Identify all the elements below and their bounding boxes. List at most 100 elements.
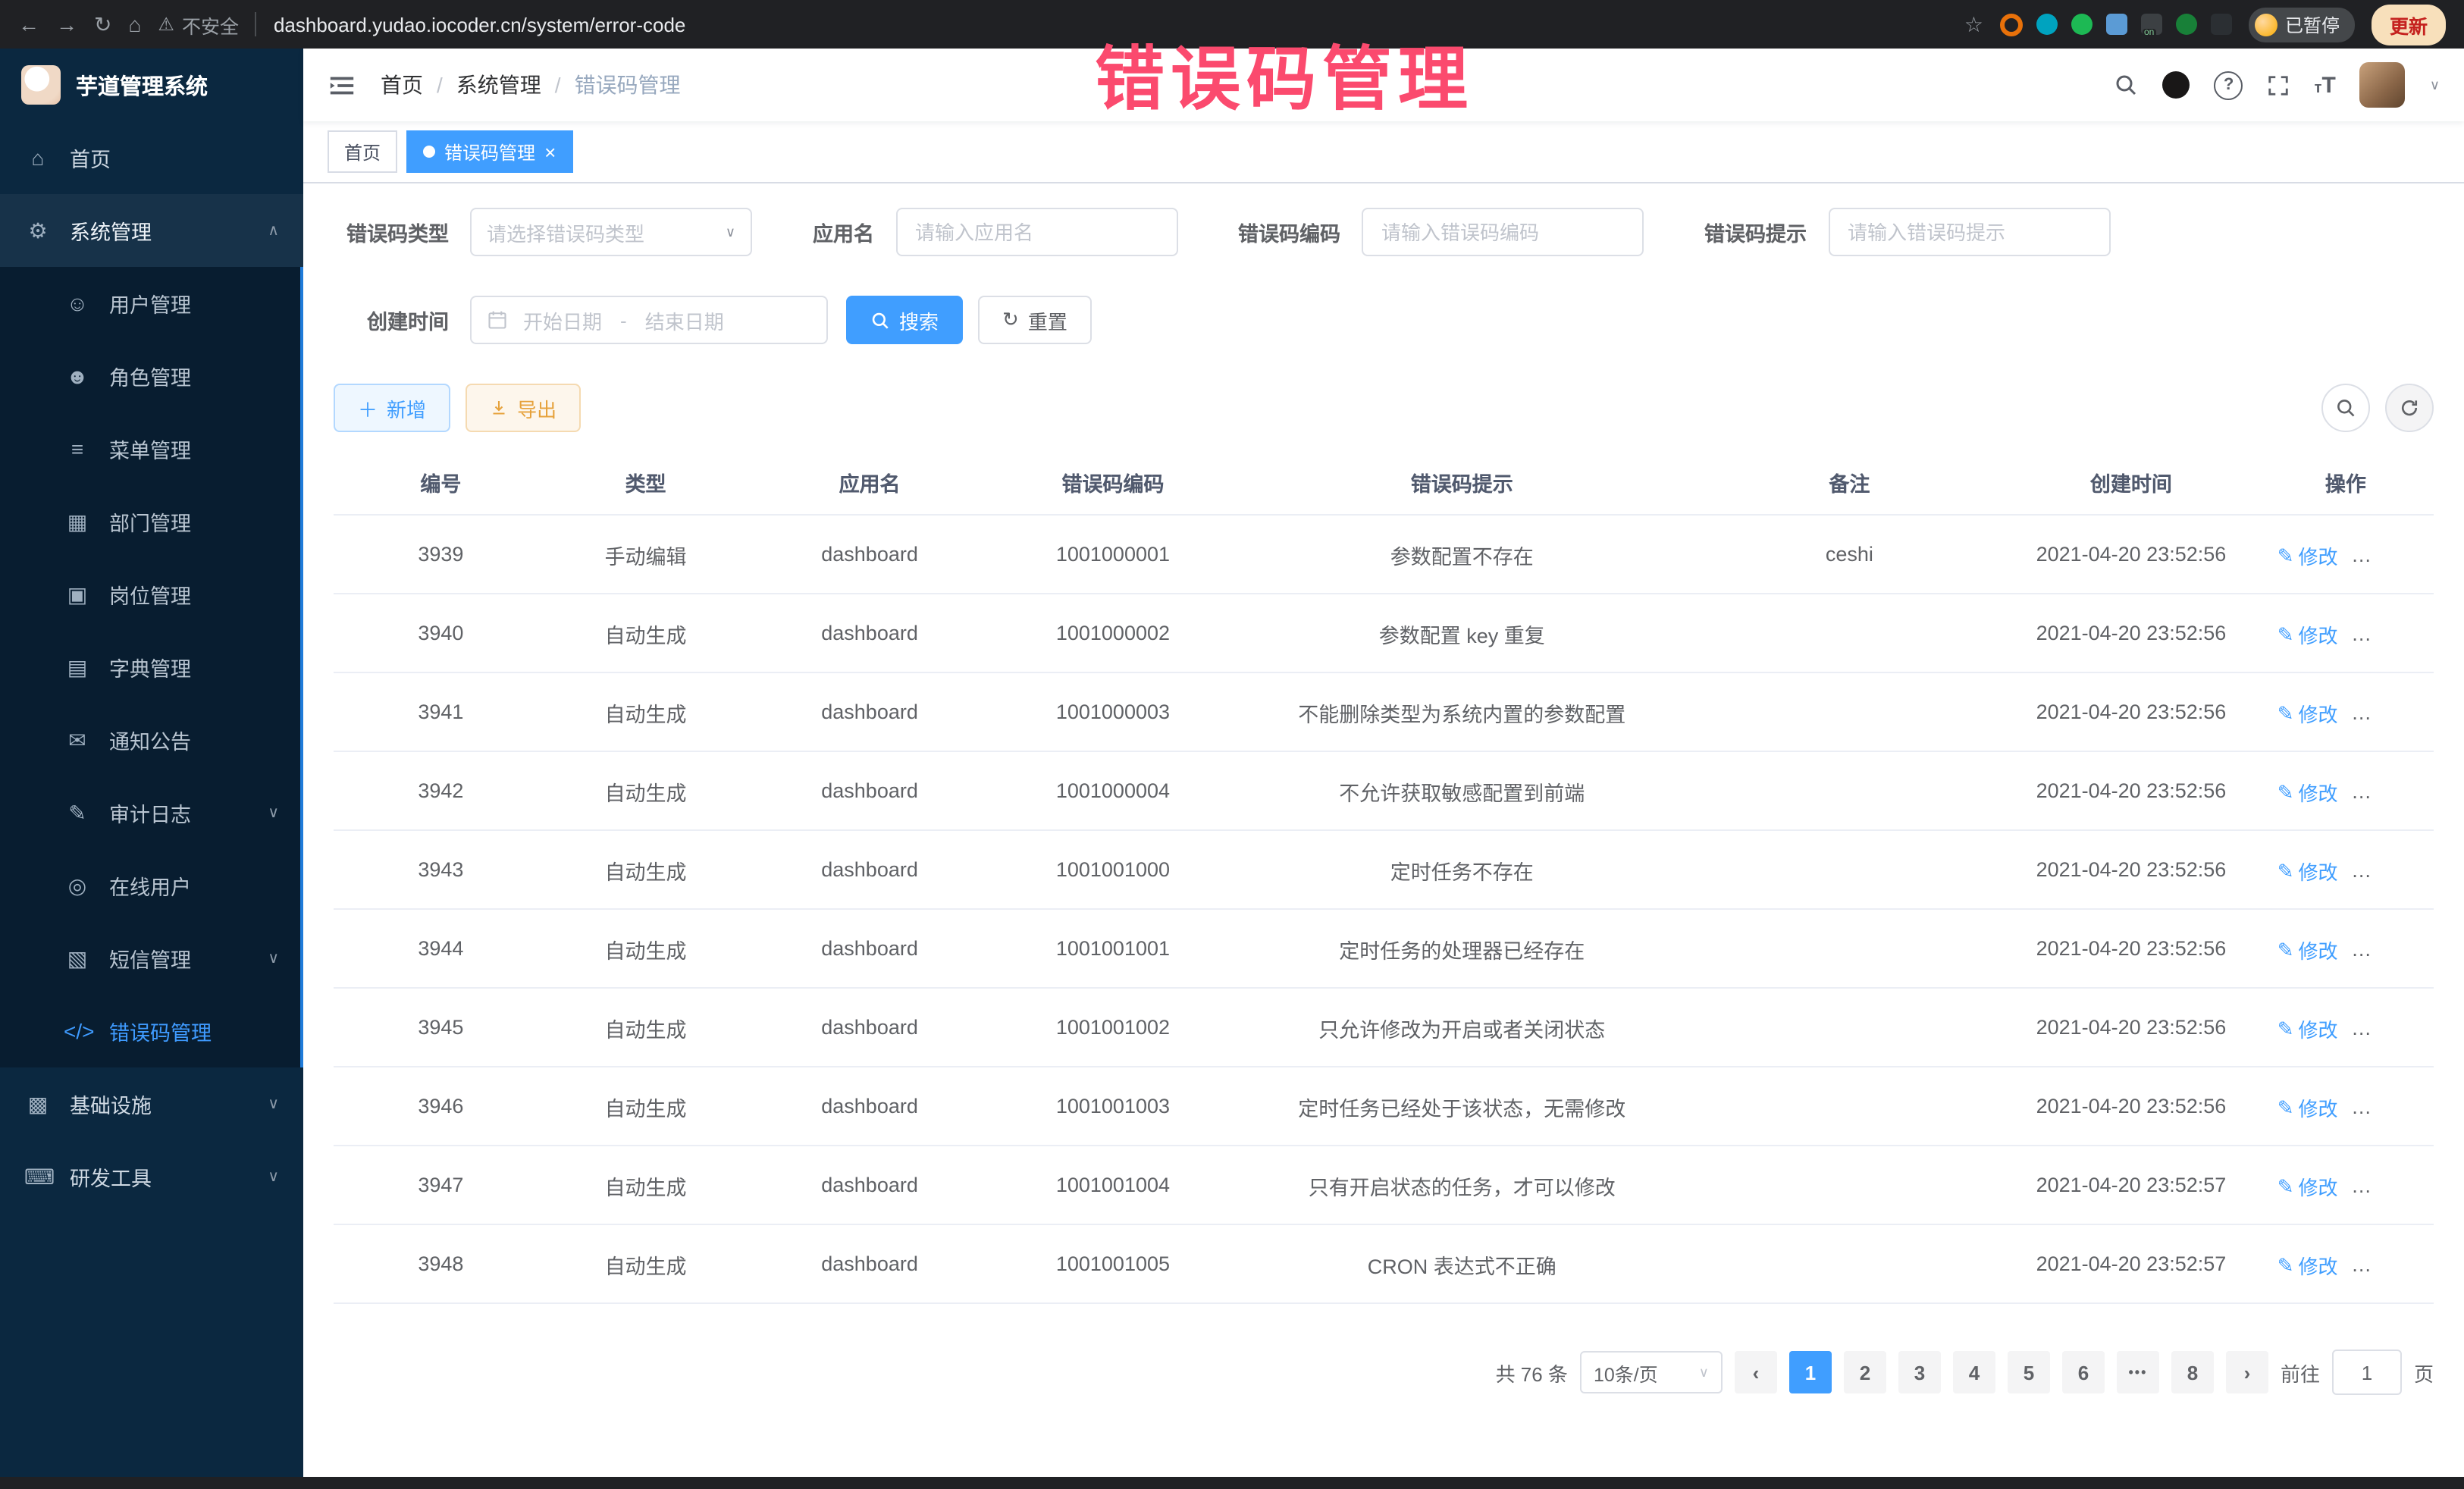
font-size-icon[interactable]: тT (2315, 72, 2336, 98)
goto-page-input[interactable] (2332, 1350, 2402, 1395)
page-button[interactable]: 2 (1844, 1351, 1886, 1393)
site-security-badge[interactable]: ⚠ 不安全 (158, 10, 239, 39)
cell-time: 2021-04-20 23:52:56 (2005, 672, 2258, 751)
edit-link[interactable]: ✎ 修改 (2277, 1251, 2338, 1280)
toggle-search-button[interactable] (2321, 384, 2370, 432)
refresh-table-button[interactable] (2385, 384, 2434, 432)
cell-type: 自动生成 (548, 988, 743, 1067)
prev-page-button[interactable]: ‹ (1735, 1351, 1777, 1393)
page-button[interactable]: 3 (1898, 1351, 1941, 1393)
page-button[interactable]: 5 (2008, 1351, 2050, 1393)
delete-link[interactable]: 删除 (2359, 1011, 2421, 1040)
download-icon (490, 399, 508, 417)
next-page-button[interactable]: › (2226, 1351, 2268, 1393)
sidebar-subitem[interactable]: ✉ 通知公告 (0, 704, 303, 776)
sidebar-subitem[interactable]: ◎ 在线用户 (0, 849, 303, 922)
app-logo[interactable]: 芋道管理系统 (0, 49, 303, 121)
page-button[interactable]: 4 (1953, 1351, 1995, 1393)
extension-icon[interactable] (2071, 14, 2093, 35)
sidebar-group[interactable]: ▩ 基础设施 ∨ (0, 1067, 303, 1140)
delete-link[interactable]: 删除 (2359, 696, 2421, 725)
edit-link[interactable]: ✎ 修改 (2277, 1014, 2338, 1043)
header-search-icon[interactable] (2114, 73, 2139, 97)
error-hint-input[interactable] (1828, 208, 2110, 256)
sidebar-subitem[interactable]: ☺ 用户管理 (0, 267, 303, 340)
sidebar-group-system[interactable]: ⚙ 系统管理 ∧ (0, 194, 303, 267)
breadcrumb-item[interactable]: 系统管理 (423, 70, 541, 100)
url-text[interactable]: dashboard.yudao.iocoder.cn/system/error-… (274, 13, 685, 36)
create-time-range-picker[interactable]: 开始日期 - 结束日期 (470, 296, 828, 344)
delete-link[interactable]: 删除 (2359, 1169, 2421, 1198)
hamburger-icon[interactable] (328, 71, 356, 99)
delete-link[interactable]: 删除 (2359, 538, 2421, 567)
breadcrumb-item[interactable]: 错误码管理 (541, 70, 681, 100)
sidebar-item-home[interactable]: ⌂ 首页 (0, 121, 303, 194)
back-icon[interactable]: ← (18, 12, 39, 36)
edit-link[interactable]: ✎ 修改 (2277, 778, 2338, 807)
sidebar-subitem[interactable]: ☻ 角色管理 (0, 340, 303, 412)
fullscreen-icon[interactable] (2268, 74, 2290, 96)
page-button[interactable]: 8 (2171, 1351, 2214, 1393)
delete-link[interactable]: 删除 (2359, 1090, 2421, 1119)
cell-app: dashboard (743, 594, 996, 672)
table-row: 3947 自动生成 dashboard 1001001004 只有开启状态的任务… (334, 1146, 2434, 1224)
page-button[interactable]: 6 (2062, 1351, 2105, 1393)
reload-icon[interactable]: ↻ (94, 11, 111, 37)
chevron-down-icon[interactable]: ∨ (2430, 77, 2440, 93)
delete-link[interactable]: 删除 (2359, 775, 2421, 804)
edit-link[interactable]: ✎ 修改 (2277, 620, 2338, 649)
help-icon[interactable]: ? (2215, 71, 2243, 99)
sidebar-subitem[interactable]: ▦ 部门管理 (0, 485, 303, 558)
sidebar-subitem[interactable]: ▧ 短信管理 ∨ (0, 922, 303, 995)
error-type-select[interactable]: 请选择错误码类型 ∨ (470, 208, 752, 256)
sidebar-subitem[interactable]: </> 错误码管理 (0, 995, 303, 1067)
user-avatar[interactable] (2360, 62, 2406, 108)
close-icon[interactable]: × (544, 142, 556, 161)
extension-icon[interactable] (2036, 14, 2058, 35)
edit-link[interactable]: ✎ 修改 (2277, 1093, 2338, 1122)
breadcrumb-item[interactable]: 首页 (381, 70, 423, 100)
delete-link[interactable]: 删除 (2359, 854, 2421, 882)
tab[interactable]: 首页 × (328, 130, 397, 173)
sidebar-group[interactable]: ⌨ 研发工具 ∨ (0, 1140, 303, 1213)
update-button[interactable]: 更新 (2372, 4, 2446, 45)
edit-link[interactable]: ✎ 修改 (2277, 936, 2338, 964)
sidebar-subitem[interactable]: ▣ 岗位管理 (0, 558, 303, 631)
error-code-input[interactable] (1362, 208, 1644, 256)
edit-link[interactable]: ✎ 修改 (2277, 857, 2338, 886)
forward-icon[interactable]: → (56, 12, 77, 36)
app-name-input[interactable] (895, 208, 1177, 256)
sidebar-subitem[interactable]: ▤ 字典管理 (0, 631, 303, 704)
extension-icon[interactable] (2000, 13, 2023, 36)
submenu-item-icon: ◎ (64, 873, 91, 898)
edit-link[interactable]: ✎ 修改 (2277, 541, 2338, 570)
home-icon[interactable]: ⌂ (128, 12, 141, 36)
tab[interactable]: 错误码管理 × (406, 130, 572, 173)
page-size-select[interactable]: 10条/页 ∨ (1580, 1351, 1723, 1393)
paused-badge[interactable]: 已暂停 (2249, 7, 2355, 42)
reset-button[interactable]: ↻ 重置 (978, 296, 1092, 344)
extension-icon[interactable] (2106, 14, 2127, 35)
table-row: 3942 自动生成 dashboard 1001000004 不允许获取敏感配置… (334, 751, 2434, 830)
bookmark-star-icon[interactable]: ☆ (1964, 11, 1983, 37)
edit-link[interactable]: ✎ 修改 (2277, 1172, 2338, 1201)
add-button[interactable]: ＋ 新增 (334, 384, 450, 432)
edit-link[interactable]: ✎ 修改 (2277, 699, 2338, 728)
cell-app: dashboard (743, 672, 996, 751)
puzzle-extension-icon[interactable] (2211, 14, 2232, 35)
sidebar: 芋道管理系统 ⌂ 首页 ⚙ 系统管理 ∧ ☺ 用户管理 (0, 49, 303, 1477)
page-button[interactable]: ••• (2117, 1351, 2159, 1393)
cell-app: dashboard (743, 515, 996, 594)
export-button[interactable]: 导出 (466, 384, 581, 432)
sidebar-subitem[interactable]: ✎ 审计日志 ∨ (0, 776, 303, 849)
delete-link[interactable]: 删除 (2359, 933, 2421, 961)
sidebar-subitem[interactable]: ≡ 菜单管理 (0, 412, 303, 485)
cell-code: 1001001005 (996, 1224, 1230, 1303)
search-button[interactable]: 搜索 (846, 296, 963, 344)
github-icon[interactable] (2163, 71, 2190, 99)
extension-icon[interactable]: on (2141, 14, 2162, 35)
extension-icon[interactable] (2176, 14, 2197, 35)
page-button[interactable]: 1 (1789, 1351, 1832, 1393)
delete-link[interactable]: 删除 (2359, 617, 2421, 646)
delete-link[interactable]: 删除 (2359, 1248, 2421, 1277)
